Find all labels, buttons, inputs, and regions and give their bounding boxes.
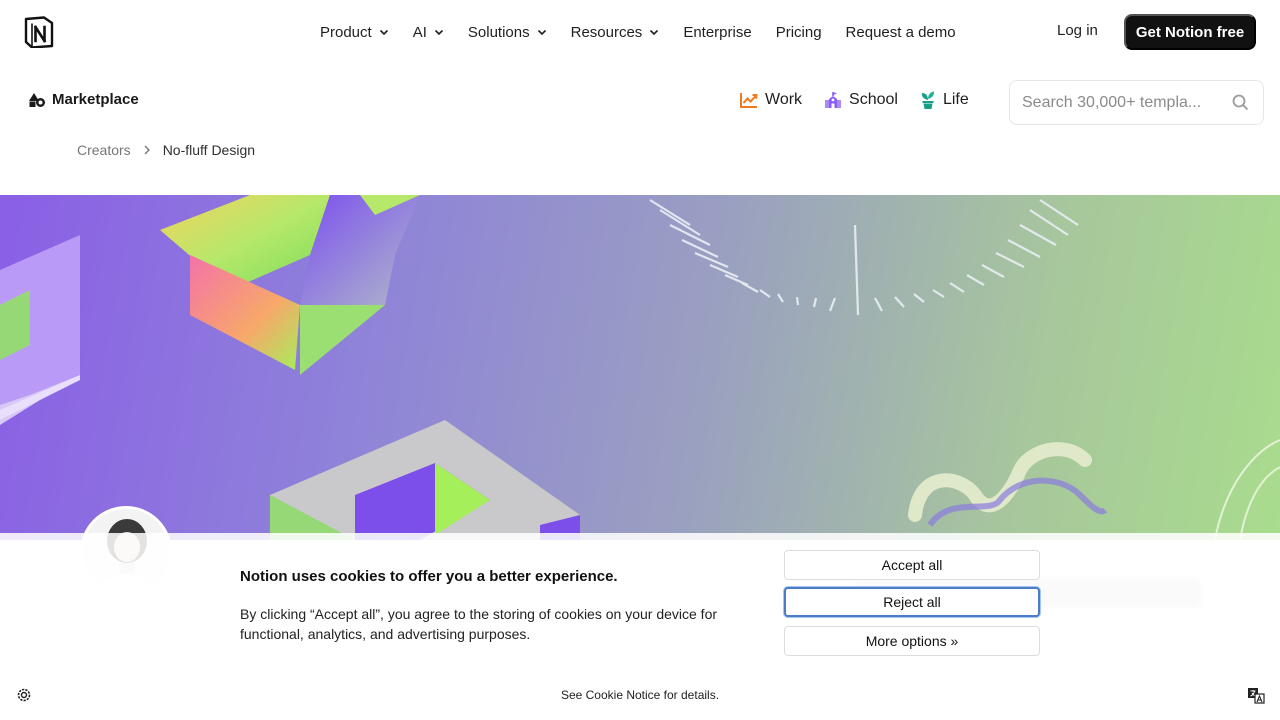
category-work[interactable]: Work: [740, 91, 802, 109]
accept-all-button[interactable]: Accept all: [784, 550, 1040, 580]
cookie-title: Notion uses cookies to offer you a bette…: [240, 568, 618, 585]
nav-resources[interactable]: Resources: [571, 24, 660, 41]
login-link[interactable]: Log in: [1057, 22, 1098, 39]
breadcrumb: Creators No-fluff Design: [77, 142, 255, 158]
school-building-icon: [825, 92, 842, 108]
chart-up-icon: [740, 93, 758, 108]
notion-logo[interactable]: [24, 16, 54, 49]
marketplace-home-link[interactable]: Marketplace: [28, 91, 139, 108]
category-work-label: Work: [765, 91, 803, 108]
nav-request-demo[interactable]: Request a demo: [846, 24, 956, 41]
category-school-label: School: [849, 91, 898, 108]
marketplace-shapes-icon: [29, 92, 45, 107]
nav-resources-label: Resources: [570, 23, 643, 41]
reject-all-button[interactable]: Reject all: [784, 587, 1040, 617]
category-life[interactable]: Life: [920, 90, 969, 110]
nav-solutions-label: Solutions: [467, 23, 530, 41]
nav-pricing[interactable]: Pricing: [776, 24, 822, 41]
cookie-notice-link[interactable]: See Cookie Notice for details.: [0, 688, 1280, 702]
nav-request-demo-label: Request a demo: [845, 23, 956, 41]
nav-enterprise[interactable]: Enterprise: [683, 24, 751, 41]
cookie-description: By clicking “Accept all”, you agree to t…: [240, 606, 718, 642]
plant-pot-icon: [921, 91, 935, 109]
nav-product[interactable]: Product: [320, 24, 389, 41]
chevron-down-icon: [379, 29, 388, 36]
chevron-right-icon: [144, 145, 150, 155]
marketplace-label: Marketplace: [52, 91, 139, 108]
breadcrumb-creators[interactable]: Creators: [77, 142, 131, 158]
category-tabs: Work School Life: [740, 90, 969, 110]
nav-enterprise-label: Enterprise: [683, 23, 752, 41]
chevron-down-icon: [650, 29, 659, 36]
nav-product-label: Product: [320, 23, 372, 41]
creator-cover-image: [0, 195, 1280, 540]
nav-ai-label: AI: [412, 23, 427, 41]
search-icon[interactable]: [1232, 94, 1249, 111]
nav-ai[interactable]: AI: [413, 24, 444, 41]
chevron-down-icon: [434, 29, 443, 36]
main-menu: Product AI Solutions Resources Enterpris…: [320, 0, 956, 64]
category-school[interactable]: School: [824, 91, 898, 109]
nav-pricing-label: Pricing: [775, 23, 822, 41]
more-options-button[interactable]: More options »: [784, 626, 1040, 656]
translate-icon[interactable]: [1247, 687, 1265, 704]
search-input[interactable]: [1022, 93, 1222, 112]
category-life-label: Life: [942, 91, 969, 108]
nav-solutions[interactable]: Solutions: [468, 24, 547, 41]
cover-artwork: [0, 195, 1280, 540]
cookie-settings-gear-icon[interactable]: [16, 687, 32, 703]
top-nav: Product AI Solutions Resources Enterpris…: [0, 0, 1280, 64]
sunburst-lines: [649, 199, 1079, 316]
get-notion-free-button[interactable]: Get Notion free: [1124, 14, 1256, 50]
template-search: [1009, 80, 1264, 125]
chevron-down-icon: [537, 29, 546, 36]
breadcrumb-current: No-fluff Design: [162, 142, 256, 158]
